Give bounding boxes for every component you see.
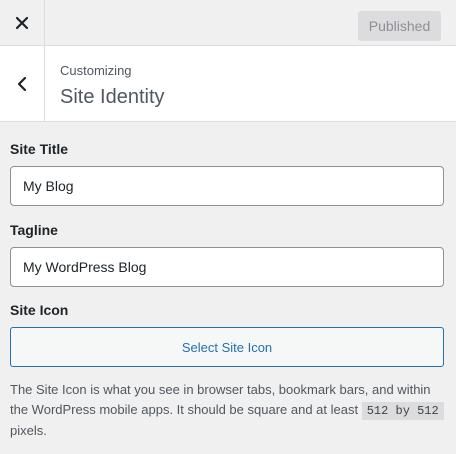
tagline-input[interactable] <box>10 247 444 287</box>
back-button[interactable] <box>0 46 45 121</box>
customizer-topbar: Published <box>0 0 456 46</box>
description-text-end: pixels. <box>10 423 47 438</box>
tagline-label: Tagline <box>10 222 58 238</box>
close-icon <box>15 16 29 30</box>
select-site-icon-button[interactable]: Select Site Icon <box>10 327 444 367</box>
header-subtitle: Customizing <box>60 63 132 78</box>
site-title-label: Site Title <box>10 141 69 157</box>
publish-button[interactable]: Published <box>358 11 441 41</box>
site-icon-label: Site Icon <box>10 302 69 318</box>
size-code: 512 by 512 <box>361 402 444 420</box>
section-header: Customizing Site Identity <box>0 46 456 122</box>
site-icon-description: The Site Icon is what you see in browser… <box>10 380 446 441</box>
page-title: Site Identity <box>60 86 165 108</box>
close-button[interactable] <box>0 0 45 46</box>
chevron-left-icon <box>17 76 27 91</box>
site-title-input[interactable] <box>10 166 444 206</box>
